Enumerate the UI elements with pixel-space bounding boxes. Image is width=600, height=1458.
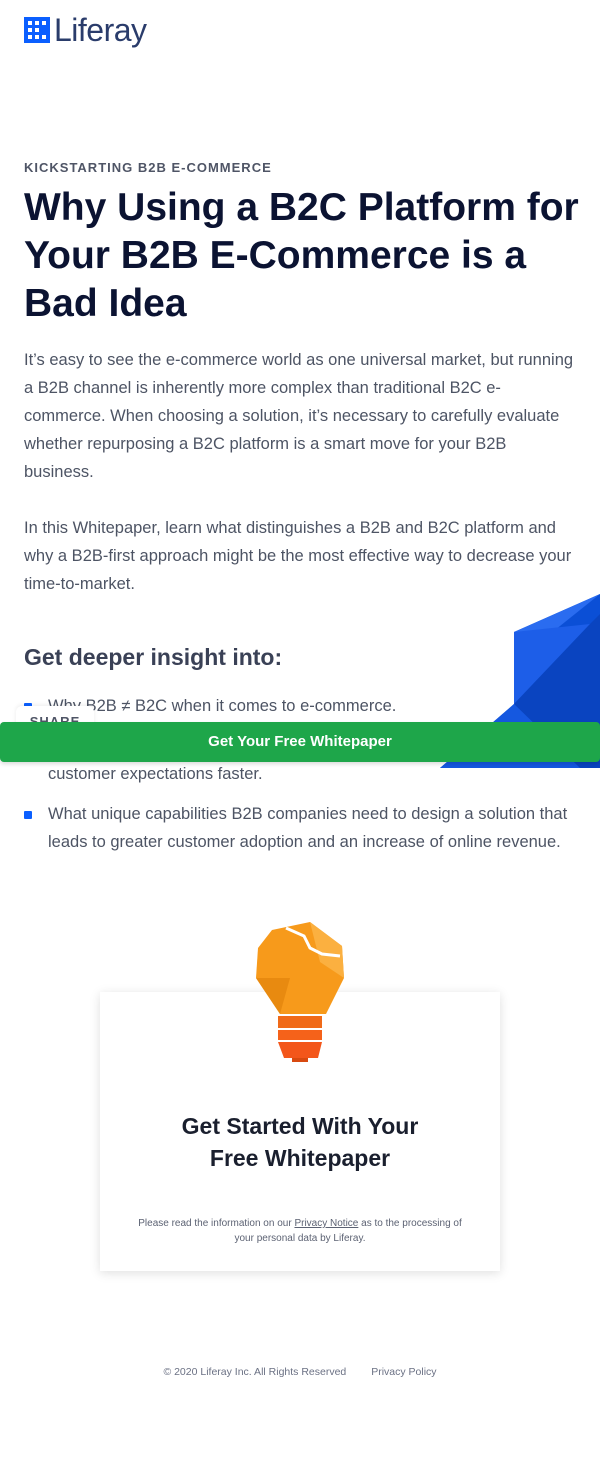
liferay-logo[interactable]: Liferay <box>24 12 147 48</box>
page-footer: © 2020 Liferay Inc. All Rights Reserved … <box>0 1366 600 1378</box>
lightbulb-icon <box>256 922 344 1062</box>
list-item: Why B2B ≠ B2C when it comes to e-commerc… <box>24 692 576 720</box>
liferay-logo-icon <box>24 17 50 43</box>
page-eyebrow: KICKSTARTING B2B E-COMMERCE <box>24 160 272 175</box>
intro-paragraph: In this Whitepaper, learn what distingui… <box>24 519 572 593</box>
logo-wordmark: Liferay <box>54 12 147 48</box>
intro-text: It’s easy to see the e-commerce world as… <box>24 346 576 598</box>
list-item-text: Why B2B ≠ B2C when it comes to e-commerc… <box>48 697 397 715</box>
copyright-text: © 2020 Liferay Inc. All Rights Reserved <box>163 1366 347 1378</box>
page-title: Why Using a B2C Platform for Your B2B E-… <box>24 186 579 325</box>
bullet-icon <box>24 811 32 819</box>
list-item-text: What unique capabilities B2B companies n… <box>48 805 568 851</box>
form-card-title-line: Free Whitepaper <box>209 1145 391 1171</box>
insights-list: Why B2B ≠ B2C when it comes to e-commerc… <box>24 692 576 868</box>
list-item: What unique capabilities B2B companies n… <box>24 800 576 856</box>
insights-heading: Get deeper insight into: <box>24 644 283 670</box>
form-card-title-line: Get Started With Your <box>181 1113 419 1139</box>
form-card-title: Get Started With Your Free Whitepaper <box>100 1110 500 1174</box>
site-header: Liferay <box>0 0 600 64</box>
get-whitepaper-button[interactable]: Get Your Free Whitepaper <box>0 722 600 762</box>
privacy-policy-link[interactable]: Privacy Policy <box>371 1366 436 1378</box>
privacy-note-prefix: Please read the information on our <box>138 1218 295 1229</box>
privacy-notice-link[interactable]: Privacy Notice <box>294 1218 358 1229</box>
intro-paragraph: It’s easy to see the e-commerce world as… <box>24 351 574 481</box>
privacy-note: Please read the information on our Priva… <box>130 1216 470 1246</box>
